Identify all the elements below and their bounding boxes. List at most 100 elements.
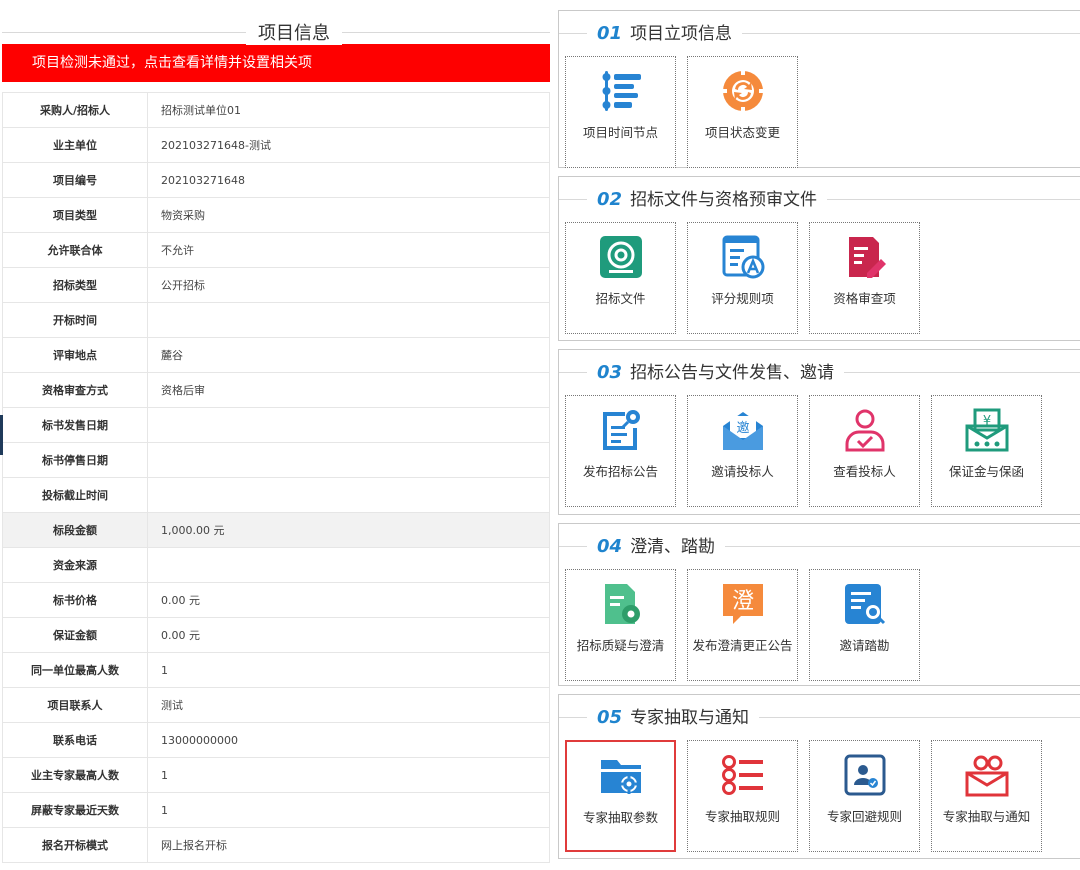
info-row-label: 屏蔽专家最近天数 <box>2 792 148 828</box>
info-row: 标书发售日期 <box>2 407 550 443</box>
status-change-icon <box>720 69 765 113</box>
info-row-label: 评审地点 <box>2 337 148 373</box>
info-row-label: 资格审查方式 <box>2 372 148 408</box>
info-row-value: 0.00 元 <box>147 617 550 653</box>
tile-invite-survey[interactable]: 邀请踏勘 <box>809 569 920 681</box>
info-row-label: 投标截止时间 <box>2 477 148 513</box>
info-row-value: 13000000000 <box>147 722 550 758</box>
info-row: 屏蔽专家最近天数 1 <box>2 792 550 828</box>
section-expert-selection: 05 专家抽取与通知 专家抽取参数 专家抽取规则 专家回避规则 专家抽取与通知 <box>558 694 1080 859</box>
view-bidder-icon <box>843 408 887 452</box>
info-row-value <box>147 477 550 513</box>
scoring-rule-icon <box>721 235 765 279</box>
svg-text:澄: 澄 <box>731 589 753 614</box>
info-row: 项目联系人 测试 <box>2 687 550 723</box>
info-row-value: 公开招标 <box>147 267 550 303</box>
clarify-notice-icon: 澄 <box>721 582 765 626</box>
tile-expert-rules[interactable]: 专家抽取规则 <box>687 740 798 852</box>
info-row: 项目类型 物资采购 <box>2 197 550 233</box>
info-row-value: 0.00 元 <box>147 582 550 618</box>
invite-survey-icon <box>843 582 887 626</box>
info-row: 招标类型 公开招标 <box>2 267 550 303</box>
info-row-label: 项目联系人 <box>2 687 148 723</box>
info-row-label: 标书发售日期 <box>2 407 148 443</box>
info-row-value <box>147 442 550 478</box>
section-tender-notice: 03 招标公告与文件发售、邀请 发布招标公告 邀 邀请投标人 查看投标人 ¥ 保… <box>558 349 1080 515</box>
tile-view-bidder[interactable]: 查看投标人 <box>809 395 920 507</box>
info-row-value <box>147 407 550 443</box>
deposit-guarantee-icon: ¥ <box>965 408 1009 452</box>
info-row-label: 标段金额 <box>2 512 148 548</box>
info-row: 同一单位最高人数 1 <box>2 652 550 688</box>
tile-expert-avoid[interactable]: 专家回避规则 <box>809 740 920 852</box>
section-clarification: 04 澄清、踏勘 招标质疑与澄清 澄 发布澄清更正公告 邀请踏勘 <box>558 523 1080 686</box>
expert-rule-icon <box>721 753 765 797</box>
info-row-label: 资金来源 <box>2 547 148 583</box>
tile-expert-params[interactable]: 专家抽取参数 <box>565 740 676 852</box>
tile-query-clarify[interactable]: 招标质疑与澄清 <box>565 569 676 681</box>
expert-avoid-icon <box>843 753 887 797</box>
expert-params-icon <box>599 754 643 798</box>
side-collapse-handle[interactable] <box>0 415 3 455</box>
info-row-value: 202103271648-测试 <box>147 127 550 163</box>
tile-deposit-guarantee[interactable]: ¥ 保证金与保函 <box>931 395 1042 507</box>
publish-notice-icon <box>599 408 643 452</box>
info-row: 标书停售日期 <box>2 442 550 478</box>
qualification-review-icon <box>843 235 887 279</box>
info-row-value <box>147 302 550 338</box>
info-row-value: 招标测试单位01 <box>147 92 550 128</box>
info-row-value: 网上报名开标 <box>147 827 550 863</box>
info-row-value: 1 <box>147 792 550 828</box>
info-row-label: 业主专家最高人数 <box>2 757 148 793</box>
info-row-label: 报名开标模式 <box>2 827 148 863</box>
info-row: 联系电话 13000000000 <box>2 722 550 758</box>
info-row-label: 标书停售日期 <box>2 442 148 478</box>
section-title: 03 招标公告与文件发售、邀请 <box>587 358 845 383</box>
section-title: 05 专家抽取与通知 <box>587 703 760 728</box>
info-row-value: 麓谷 <box>147 337 550 373</box>
info-row-label: 开标时间 <box>2 302 148 338</box>
info-row-label: 标书价格 <box>2 582 148 618</box>
info-row: 保证金额 0.00 元 <box>2 617 550 653</box>
workflow-panel: 01 项目立项信息 项目时间节点 项目状态变更 02 招标文件与资格预审文件 招… <box>558 10 1080 867</box>
tile-project-status-change[interactable]: 项目状态变更 <box>687 56 798 168</box>
tile-qualification-review[interactable]: 资格审查项 <box>809 222 920 334</box>
tile-invite-bidder[interactable]: 邀 邀请投标人 <box>687 395 798 507</box>
svg-text:邀: 邀 <box>736 421 749 436</box>
info-row-value: 不允许 <box>147 232 550 268</box>
section-project-setup: 01 项目立项信息 项目时间节点 项目状态变更 <box>558 10 1080 168</box>
info-row-value: 202103271648 <box>147 162 550 198</box>
info-row: 评审地点 麓谷 <box>2 337 550 373</box>
project-info-panel: 项目信息 项目检测未通过，点击查看详情并设置相关项 采购人/招标人 招标测试单位0… <box>2 0 550 863</box>
info-row: 投标截止时间 <box>2 477 550 513</box>
info-row: 允许联合体 不允许 <box>2 232 550 268</box>
info-row: 业主单位 202103271648-测试 <box>2 127 550 163</box>
info-row-value: 物资采购 <box>147 197 550 233</box>
timeline-icon <box>599 69 643 113</box>
project-check-alert[interactable]: 项目检测未通过，点击查看详情并设置相关项 <box>2 44 550 82</box>
info-row-value: 测试 <box>147 687 550 723</box>
project-info-table: 采购人/招标人 招标测试单位01 业主单位 202103271648-测试 项目编号 20… <box>2 92 550 863</box>
info-row: 业主专家最高人数 1 <box>2 757 550 793</box>
project-info-header: 项目信息 <box>2 0 550 45</box>
tile-publish-notice[interactable]: 发布招标公告 <box>565 395 676 507</box>
tile-project-timeline[interactable]: 项目时间节点 <box>565 56 676 168</box>
info-row: 采购人/招标人 招标测试单位01 <box>2 92 550 128</box>
tile-tender-file[interactable]: 招标文件 <box>565 222 676 334</box>
tile-scoring-rules[interactable]: 评分规则项 <box>687 222 798 334</box>
invite-bidder-icon: 邀 <box>721 408 765 452</box>
section-title: 01 项目立项信息 <box>587 19 743 44</box>
info-row: 资金来源 <box>2 547 550 583</box>
query-clarify-icon <box>599 582 643 626</box>
project-info-title: 项目信息 <box>246 19 342 45</box>
section-title: 02 招标文件与资格预审文件 <box>587 185 828 210</box>
expert-notify-icon <box>965 753 1009 797</box>
info-row-value: 1 <box>147 757 550 793</box>
info-row-value <box>147 547 550 583</box>
tile-expert-notify[interactable]: 专家抽取与通知 <box>931 740 1042 852</box>
info-row: 开标时间 <box>2 302 550 338</box>
info-row: 标书价格 0.00 元 <box>2 582 550 618</box>
tile-clarify-notice[interactable]: 澄 发布澄清更正公告 <box>687 569 798 681</box>
info-row-label: 保证金额 <box>2 617 148 653</box>
info-row-label: 业主单位 <box>2 127 148 163</box>
